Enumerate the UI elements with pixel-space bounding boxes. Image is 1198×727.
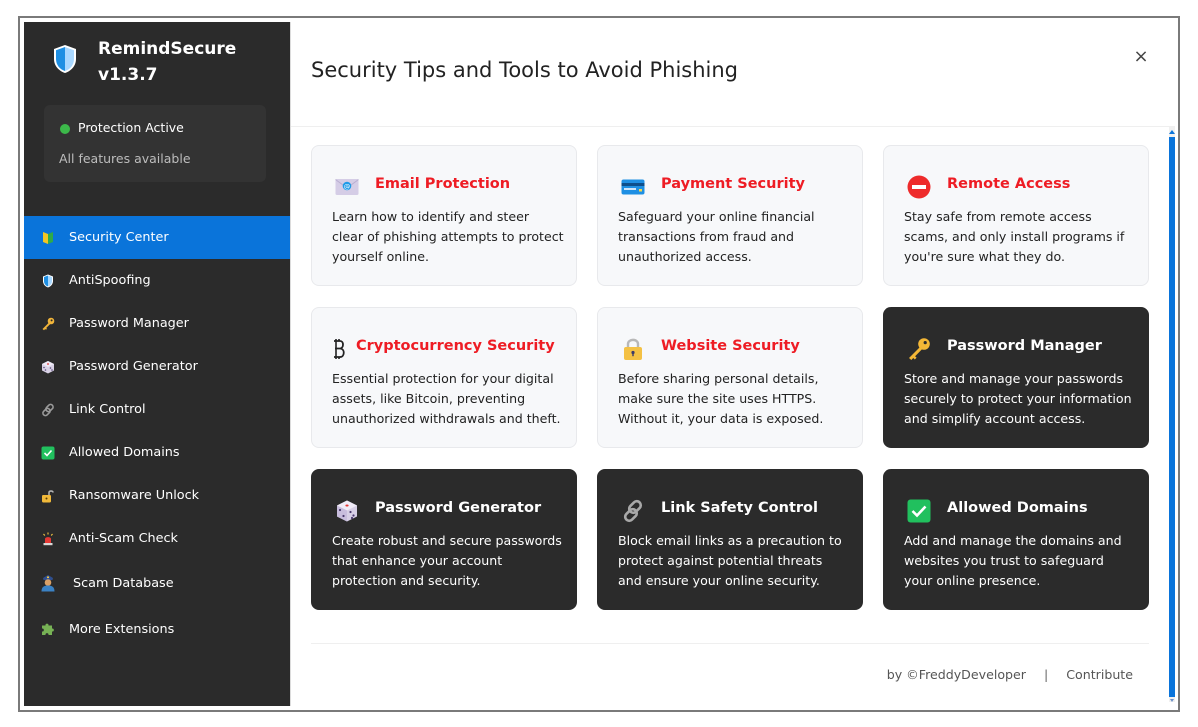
sidebar-item-label: Ransomware Unlock [69,488,200,503]
status-subtitle: All features available [59,151,191,166]
contribute-link[interactable]: Contribute [1066,667,1133,682]
lock-icon [620,336,646,362]
card-description: Create robust and secure passwords that … [332,533,562,588]
protection-status-card: Protection Active All features available [44,105,266,182]
card-description: Stay safe from remote access scams, and … [904,209,1125,264]
sidebar-item-label: Allowed Domains [69,445,180,460]
sidebar-item-scam-database[interactable]: Scam Database [24,560,290,606]
card-title: Cryptocurrency Security [356,338,555,354]
card-remote-access[interactable]: Remote Access Stay safe from remote acce… [883,145,1149,286]
check-box-icon [40,445,56,461]
sidebar-item-password-manager[interactable]: Password Manager [24,302,290,345]
footer-divider [311,643,1149,644]
shield-icon [40,273,56,289]
card-description: Essential protection for your digital as… [332,371,561,426]
dice-icon [334,498,360,524]
police-officer-icon [40,574,56,592]
email-icon: @ [334,174,360,200]
sidebar-item-label: Anti-Scam Check [69,531,178,546]
sidebar-item-allowed-domains[interactable]: Allowed Domains [24,431,290,474]
card-title: Remote Access [947,176,1071,192]
sidebar-item-label: More Extensions [69,621,175,637]
sidebar-item-label: Password Generator [69,359,198,374]
sidebar-item-label: AntiSpoofing [69,273,151,288]
shield-logo-icon [52,44,78,74]
card-title: Website Security [661,338,800,354]
status-indicator-icon [60,124,70,134]
check-box-icon [906,498,932,524]
key-icon [40,316,56,332]
svg-text:@: @ [344,182,351,190]
card-password-generator[interactable]: Password Generator Create robust and sec… [311,469,577,610]
card-description: Learn how to identify and steer clear of… [332,209,564,264]
credit-text: by ©FreddyDeveloper [886,667,1026,682]
card-website-security[interactable]: Website Security Before sharing personal… [597,307,863,448]
card-title: Email Protection [375,176,511,192]
footer-separator: | [1043,667,1049,682]
card-cryptocurrency-security[interactable]: Cryptocurrency Security Essential protec… [311,307,577,448]
dice-icon [40,359,56,375]
app-name: RemindSecure [98,39,237,59]
card-email-protection[interactable]: @ Email Protection Learn how to identify… [311,145,577,286]
card-title: Password Generator [375,500,542,516]
sidebar-item-label: Link Control [69,402,146,417]
vertical-scrollbar[interactable] [1169,127,1175,702]
sidebar-item-anti-scam-check[interactable]: Anti-Scam Check [24,517,290,560]
sidebar-item-label: Password Manager [69,316,189,331]
scrollbar-thumb[interactable] [1169,137,1175,697]
card-title: Allowed Domains [947,500,1088,516]
beginner-shield-icon [40,230,56,246]
sidebar-item-label: Scam Database [73,575,174,591]
sidebar-item-more-extensions[interactable]: More Extensions [24,606,290,652]
card-description: Store and manage your passwords securely… [904,371,1132,426]
sidebar-item-password-generator[interactable]: Password Generator [24,345,290,388]
sidebar-item-ransomware-unlock[interactable]: Ransomware Unlock [24,474,290,517]
unlock-icon [40,488,56,504]
app-version: v1.3.7 [98,65,158,85]
card-title: Password Manager [947,338,1102,354]
header: Security Tips and Tools to Avoid Phishin… [291,22,1175,127]
page-title: Security Tips and Tools to Avoid Phishin… [311,58,739,82]
main-panel: Security Tips and Tools to Avoid Phishin… [290,22,1175,706]
close-icon: × [1133,45,1149,67]
credit-card-icon [620,174,646,200]
sidebar-item-link-control[interactable]: Link Control [24,388,290,431]
link-icon [620,498,646,524]
close-button[interactable]: × [1131,45,1151,67]
footer: by ©FreddyDeveloper | Contribute [887,667,1133,682]
card-title: Payment Security [661,176,805,192]
card-password-manager[interactable]: Password Manager Store and manage your p… [883,307,1149,448]
card-description: Block email links as a precaution to pro… [618,533,842,588]
content-area: @ Email Protection Learn how to identify… [291,127,1169,706]
card-title: Link Safety Control [661,500,818,516]
sidebar-item-antispoofing[interactable]: AntiSpoofing [24,259,290,302]
no-entry-icon [906,174,932,200]
scroll-down-arrow-icon[interactable] [1170,699,1174,702]
card-link-safety-control[interactable]: Link Safety Control Block email links as… [597,469,863,610]
card-allowed-domains[interactable]: Allowed Domains Add and manage the domai… [883,469,1149,610]
sidebar-item-security-center[interactable]: Security Center [24,216,290,259]
card-payment-security[interactable]: Payment Security Safeguard your online f… [597,145,863,286]
sidebar-nav: Security Center AntiSpoofing Password Ma… [24,216,290,652]
status-title: Protection Active [78,120,184,135]
card-description: Before sharing personal details, make su… [618,371,824,426]
bitcoin-icon [326,336,352,362]
sidebar: RemindSecure v1.3.7 Protection Active Al… [24,22,290,706]
app-window: RemindSecure v1.3.7 Protection Active Al… [24,22,1175,706]
card-description: Add and manage the domains and websites … [904,533,1122,588]
puzzle-icon [40,621,56,637]
key-icon [906,336,932,362]
siren-icon [40,531,56,547]
sidebar-item-label: Security Center [69,230,169,245]
scroll-up-arrow-icon[interactable] [1169,130,1175,134]
link-icon [40,402,56,418]
card-description: Safeguard your online financial transact… [618,209,815,264]
